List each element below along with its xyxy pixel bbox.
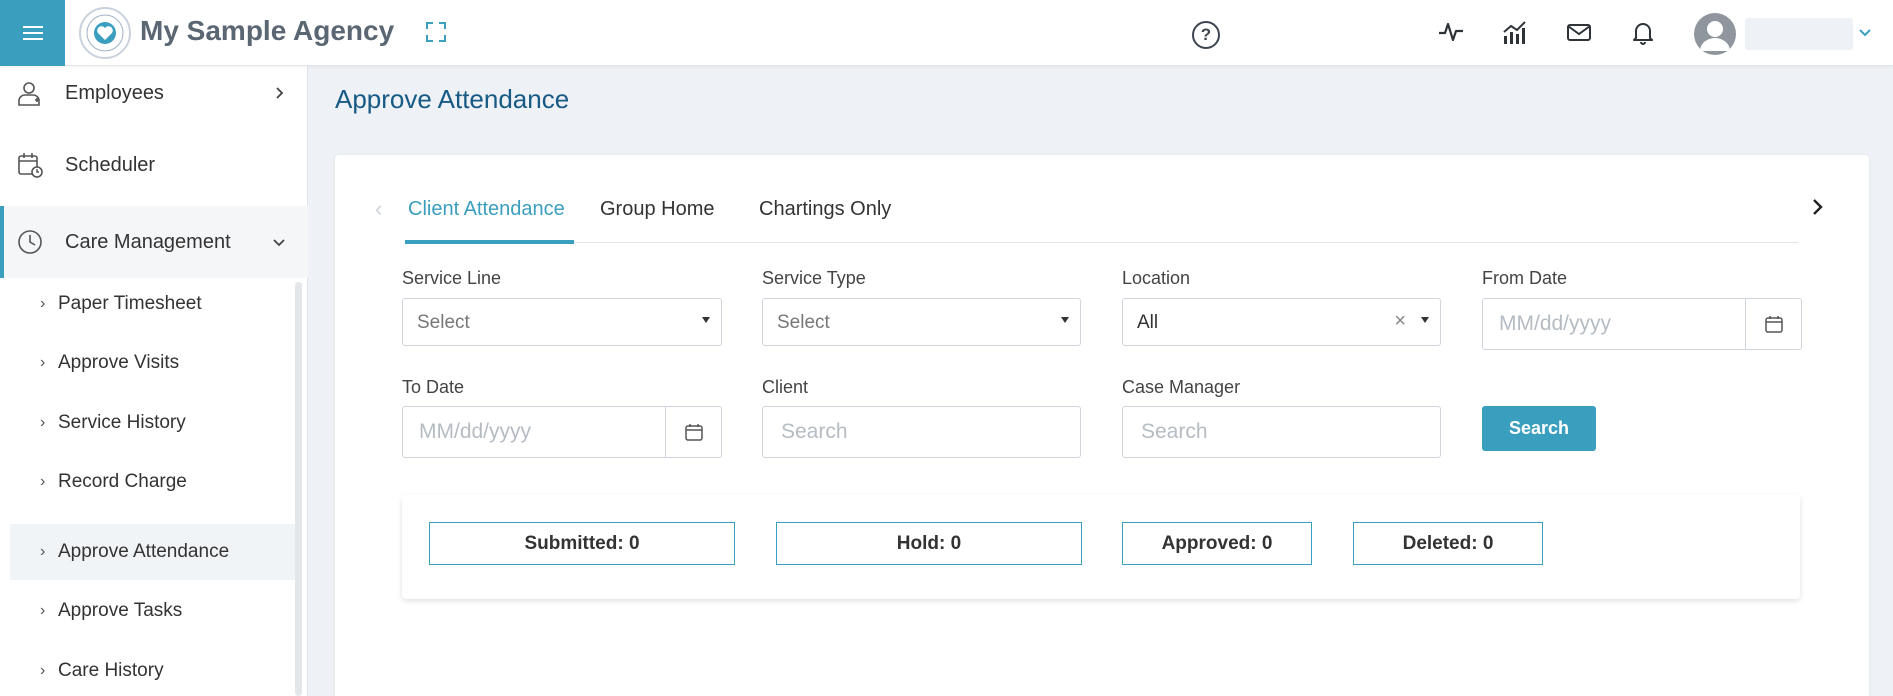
from-date-label: From Date [1482,268,1568,288]
fullscreen-icon[interactable] [425,21,447,43]
to-date-input[interactable] [403,407,665,457]
chevron-right-icon: › [40,543,46,560]
activity-icon[interactable] [1437,18,1465,46]
tabs-divider [405,242,1798,243]
sidebar-item-approve-attendance[interactable]: › Approve Attendance [10,524,296,580]
calendar-icon [1764,316,1783,333]
mail-icon[interactable] [1565,18,1593,46]
bell-icon[interactable] [1629,18,1657,46]
to-date-calendar-button[interactable] [665,407,721,457]
calendar-clock-icon [18,153,43,178]
service-type-value: Select [777,312,830,333]
status-deleted[interactable]: Deleted: 0 [1353,522,1543,565]
case-manager-search-input[interactable] [1122,406,1441,458]
chevron-right-icon: › [40,473,46,490]
client-label: Client [762,377,809,397]
brand-name: My Sample Agency [140,15,395,46]
active-tab-indicator [405,240,574,244]
tab-client-attendance[interactable]: Client Attendance [408,198,565,221]
sidebar-item-label: Approve Tasks [58,600,183,621]
caret-down-icon [1421,317,1429,323]
from-date-group [1482,298,1802,350]
sidebar-item-label: Care Management [65,230,231,253]
client-search-input[interactable] [762,406,1081,458]
page-title: Approve Attendance [335,84,570,114]
chevron-right-icon: › [40,602,46,619]
from-date-calendar-button[interactable] [1745,299,1801,349]
sidebar-item-care-management[interactable]: Care Management [0,206,308,278]
top-header: My Sample Agency ? [0,0,1893,66]
clear-icon[interactable]: × [1394,310,1406,333]
service-type-select[interactable]: Select [762,298,1081,346]
caret-down-icon [702,317,710,323]
chevron-right-icon: › [40,662,46,679]
service-type-label: Service Type [762,268,866,288]
user-name[interactable] [1745,18,1853,50]
employee-icon [18,82,40,106]
caret-down-icon [1061,317,1069,323]
tab-chartings-only[interactable]: Chartings Only [759,198,891,221]
avatar-icon [1700,21,1730,51]
sidebar-item-service-history[interactable]: › Service History [10,395,296,451]
to-date-group [402,406,722,458]
sidebar-item-label: Scheduler [65,153,156,176]
clock-icon [18,230,42,254]
sidebar-item-label: Care History [58,660,164,681]
tab-scroll-right-icon[interactable] [1810,196,1826,218]
sidebar-item-approve-tasks[interactable]: › Approve Tasks [10,583,296,639]
analytics-icon[interactable] [1501,18,1529,46]
status-submitted[interactable]: Submitted: 0 [429,522,735,565]
chevron-down-icon [273,239,285,247]
sidebar-item-label: Approve Attendance [58,541,230,562]
chevron-right-icon: › [40,295,46,312]
sidebar: Employees Scheduler Care Management › Pa… [0,66,308,696]
location-label: Location [1122,268,1191,288]
sidebar-item-label: Service History [58,412,186,433]
service-line-select[interactable]: Select [402,298,722,346]
case-manager-label: Case Manager [1122,377,1241,397]
sidebar-item-employees[interactable]: Employees [0,57,308,129]
sidebar-item-scheduler[interactable]: Scheduler [0,129,308,201]
sidebar-scrollbar[interactable] [295,282,302,696]
sidebar-item-care-history[interactable]: › Care History [10,643,296,696]
to-date-label: To Date [402,377,465,397]
calendar-icon [684,424,703,441]
service-line-label: Service Line [402,268,502,288]
from-date-input[interactable] [1483,299,1745,349]
agency-logo[interactable] [79,7,131,59]
location-value: All [1137,312,1159,333]
menu-toggle-button[interactable] [0,0,65,66]
status-approved[interactable]: Approved: 0 [1122,522,1312,565]
logo-icon [86,14,124,52]
search-button[interactable]: Search [1482,406,1596,451]
tab-scroll-left-icon[interactable]: ‹ [375,196,391,221]
chevron-down-icon[interactable] [1858,26,1872,40]
sidebar-item-label: Employees [65,81,164,104]
status-hold[interactable]: Hold: 0 [776,522,1082,565]
menu-icon [22,26,43,40]
chevron-right-icon: › [40,354,46,371]
tab-group-home[interactable]: Group Home [600,198,715,221]
service-line-value: Select [417,312,470,333]
location-select[interactable]: All × [1122,298,1441,346]
sidebar-item-approve-visits[interactable]: › Approve Visits [10,335,296,391]
sidebar-item-record-charge[interactable]: › Record Charge [10,454,296,510]
sidebar-item-label: Approve Visits [58,352,180,373]
chevron-right-icon: › [40,414,46,431]
sidebar-item-paper-timesheet[interactable]: › Paper Timesheet [10,276,296,332]
sidebar-item-label: Record Charge [58,471,187,492]
chevron-right-icon [276,87,284,99]
sidebar-item-label: Paper Timesheet [58,293,202,314]
user-avatar[interactable] [1694,13,1736,55]
help-icon[interactable]: ? [1192,21,1220,49]
